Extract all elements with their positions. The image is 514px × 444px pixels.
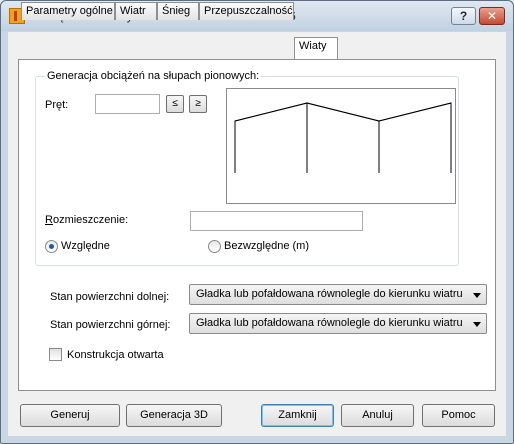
greater-equal-button[interactable]: ≥ [189,95,207,113]
canopy-frame-drawing [234,102,452,173]
lower-surface-label: Stan powierzchni dolnej: [50,291,170,303]
close-button[interactable]: Zamknij [261,404,334,427]
cancel-button[interactable]: Anuluj [341,404,414,427]
upper-surface-label: Stan powierzchni górnej: [50,319,171,331]
lower-surface-select[interactable]: Gładka lub pofałdowana równolegle do kie… [189,284,487,305]
chevron-down-icon [473,293,481,298]
less-equal-button[interactable]: ≤ [166,95,184,113]
tab-general-parameters[interactable]: Parametry ogólne [21,2,115,20]
absolute-radio[interactable] [208,240,221,253]
member-input[interactable] [95,94,160,114]
upper-surface-select[interactable]: Gładka lub pofałdowana równolegle do kie… [189,313,487,334]
canopy-roof-line-1 [234,102,452,173]
chevron-down-icon [473,322,481,327]
upper-surface-value: Gładka lub pofałdowana równolegle do kie… [196,317,463,329]
structure-preview [226,88,456,204]
tab-wind[interactable]: Wiatr [115,2,157,20]
lower-surface-value: Gładka lub pofałdowana równolegle do kie… [196,288,463,300]
open-structure-label[interactable]: Konstrukcja otwarta [67,349,164,361]
canopy-column-2 [234,102,308,173]
relative-radio[interactable] [45,240,58,253]
generate-3d-button[interactable]: Generacja 3D [126,404,222,427]
tab-snow[interactable]: Śnieg [157,2,199,20]
placement-label: Rozmieszczenie: [45,214,129,226]
tab-canopies[interactable]: Wiaty [294,37,338,59]
generate-button[interactable]: Generuj [20,404,120,427]
absolute-label[interactable]: Bezwzględne (m) [224,240,309,252]
open-structure-checkbox[interactable] [49,348,62,361]
canopy-column-3 [306,102,380,173]
help-button[interactable]: Pomoc [422,404,495,427]
generation-group-title: Generacja obciążeń na słupach pionowych: [45,70,262,82]
relative-label[interactable]: Względne [61,240,110,252]
canopy-column-4 [378,102,452,173]
placement-input[interactable] [190,211,363,231]
tab-permeability[interactable]: Przepuszczalność [199,2,294,20]
member-label: Pręt: [45,99,69,111]
help-title-button[interactable]: ? [451,7,476,25]
close-title-button[interactable]: ✕ [479,7,505,25]
